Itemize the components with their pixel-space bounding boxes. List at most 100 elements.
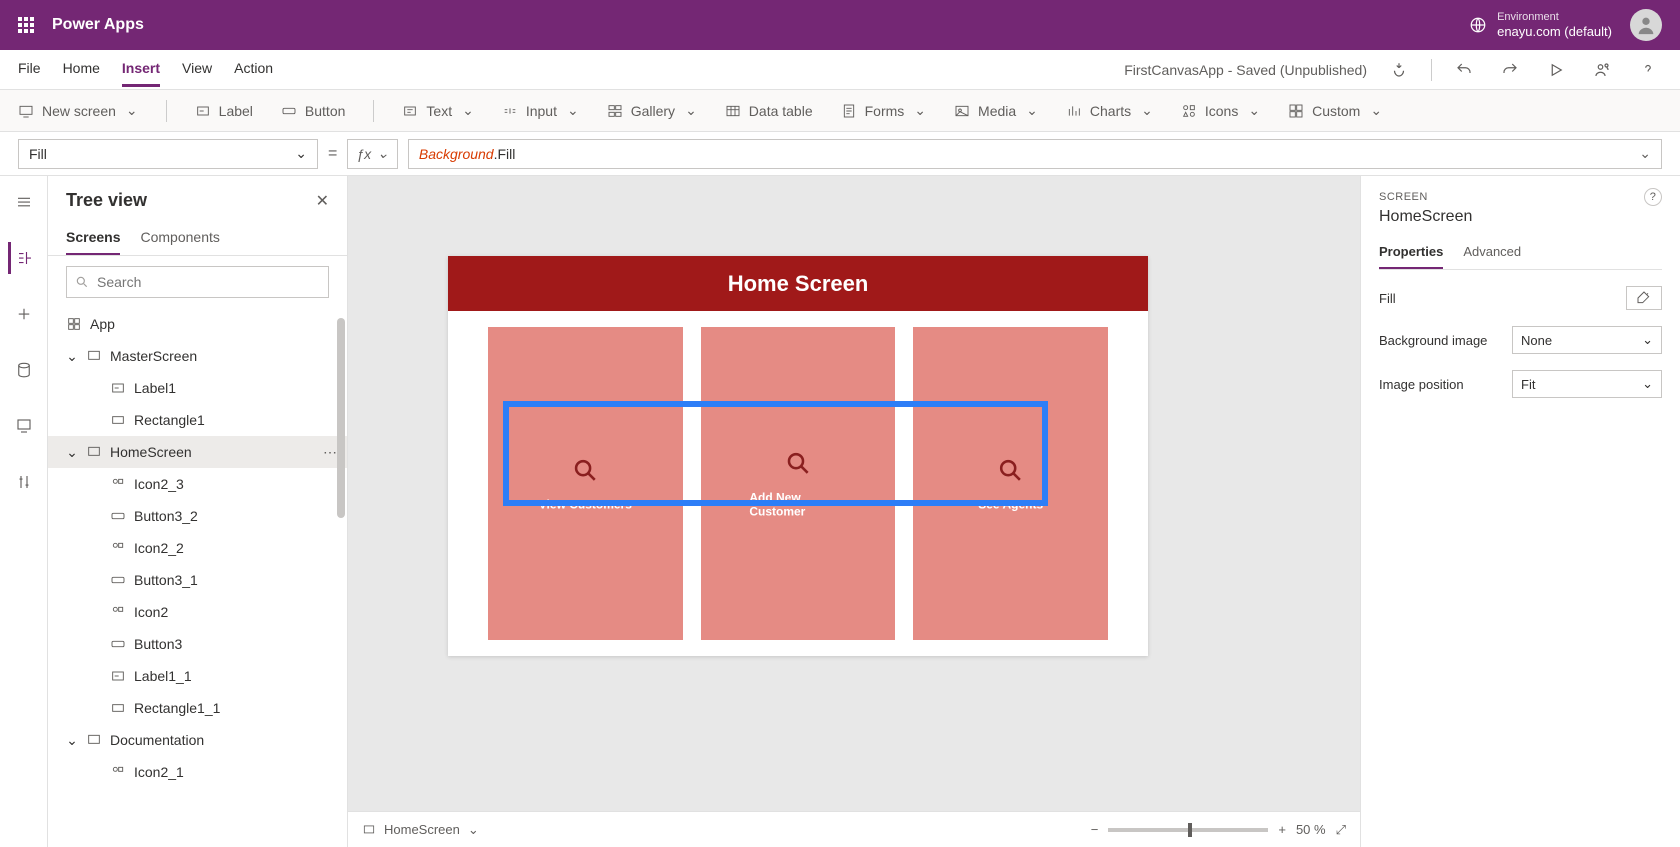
help-icon[interactable]: ?	[1644, 188, 1662, 206]
environment-icon	[1469, 16, 1487, 34]
tree-node-icon2[interactable]: Icon2	[48, 596, 347, 628]
share-icon[interactable]	[1588, 56, 1616, 84]
tree-node-button3[interactable]: Button3	[48, 628, 347, 660]
tab-properties[interactable]: Properties	[1379, 236, 1443, 269]
rail-insert[interactable]	[8, 298, 40, 330]
cmd-input[interactable]: Input⌄	[502, 102, 579, 119]
tree-search-input[interactable]	[97, 274, 320, 290]
canvas-area[interactable]: Home Screen View Customers Add New Custo…	[348, 176, 1360, 847]
chevron-down-icon: ⌄	[1642, 332, 1653, 348]
rail-advanced-tools[interactable]	[8, 466, 40, 498]
menu-home[interactable]: Home	[63, 52, 100, 87]
cmd-data-table[interactable]: Data table	[725, 103, 813, 119]
rail-hamburger[interactable]	[8, 186, 40, 218]
menu-view[interactable]: View	[182, 52, 212, 87]
menu-file[interactable]: File	[18, 52, 41, 87]
button-icon	[110, 636, 126, 652]
canvas-frame[interactable]: Home Screen View Customers Add New Custo…	[448, 256, 1148, 656]
user-avatar[interactable]	[1630, 9, 1662, 41]
image-position-select[interactable]: Fit ⌄	[1512, 370, 1662, 398]
input-icon	[502, 103, 518, 119]
tree-node-icon2-2[interactable]: Icon2_2	[48, 532, 347, 564]
command-bar: New screen ⌄ Label Button Text⌄ Input⌄ G…	[0, 90, 1680, 132]
fit-to-screen-icon[interactable]: ⤢	[1336, 822, 1346, 838]
cmd-button[interactable]: Button	[281, 103, 345, 119]
tree-node-rectangle1-1[interactable]: Rectangle1_1	[48, 692, 347, 724]
scrollbar[interactable]	[335, 308, 347, 847]
fx-icon: ƒx	[356, 146, 371, 162]
tree-node-rectangle1[interactable]: Rectangle1	[48, 404, 347, 436]
forms-icon	[841, 103, 857, 119]
search-icon	[75, 275, 89, 289]
zoom-in[interactable]: +	[1278, 822, 1286, 837]
menu-bar: File Home Insert View Action FirstCanvas…	[0, 50, 1680, 90]
tree-body: App ⌄ MasterScreen Label1 Rectangle1 ⌄ H…	[48, 308, 347, 847]
cmd-custom-label: Custom	[1312, 103, 1360, 119]
cmd-text[interactable]: Text⌄	[402, 102, 473, 119]
cmd-custom[interactable]: Custom⌄	[1288, 102, 1382, 119]
cmd-data-table-label: Data table	[749, 103, 813, 119]
card-see-agents[interactable]: See Agents	[913, 327, 1108, 640]
tab-screens[interactable]: Screens	[66, 221, 120, 255]
top-header-right: Environment enayu.com (default)	[1469, 9, 1662, 41]
zoom-out[interactable]: −	[1091, 822, 1099, 837]
menu-insert[interactable]: Insert	[122, 52, 160, 87]
fx-button[interactable]: ƒx ⌄	[347, 139, 398, 169]
tree-node-masterscreen[interactable]: ⌄ MasterScreen	[48, 340, 347, 372]
tree-node-button3-2[interactable]: Button3_2	[48, 500, 347, 532]
tree-node-app[interactable]: App	[48, 308, 347, 340]
tree-node-label: Icon2	[134, 604, 168, 620]
tree-node-label: Label1	[134, 380, 176, 396]
cmd-label[interactable]: Label	[195, 103, 253, 119]
tree-node-label: Rectangle1	[134, 412, 205, 428]
help-icon[interactable]	[1634, 56, 1662, 84]
cmd-charts[interactable]: Charts⌄	[1066, 102, 1153, 119]
cmd-icons[interactable]: Icons⌄	[1181, 102, 1260, 119]
tree-node-label: Icon2_2	[134, 540, 184, 556]
formula-token-object: Background	[419, 146, 494, 162]
zoom-slider[interactable]	[1108, 828, 1268, 832]
tree-node-label1-1[interactable]: Label1_1	[48, 660, 347, 692]
tree-search[interactable]	[66, 266, 329, 298]
fill-color-picker[interactable]	[1626, 286, 1662, 310]
tab-advanced[interactable]: Advanced	[1463, 236, 1521, 269]
card-add-new-customer[interactable]: Add New Customer	[701, 327, 896, 640]
rectangle-icon	[110, 412, 126, 428]
zoom-thumb[interactable]	[1188, 823, 1192, 837]
property-selector[interactable]: Fill ⌄	[18, 139, 318, 169]
card-view-customers[interactable]: View Customers	[488, 327, 683, 640]
tree-node-homescreen[interactable]: ⌄ HomeScreen ⋯	[48, 436, 347, 468]
play-icon[interactable]	[1542, 56, 1570, 84]
redo-icon[interactable]	[1496, 56, 1524, 84]
cmd-gallery[interactable]: Gallery⌄	[607, 102, 697, 119]
undo-icon[interactable]	[1450, 56, 1478, 84]
top-header: Power Apps Environment enayu.com (defaul…	[0, 0, 1680, 50]
chevron-down-icon: ⌄	[66, 444, 78, 461]
tree-node-icon2-1[interactable]: Icon2_1	[48, 756, 347, 788]
tree-node-icon2-3[interactable]: Icon2_3	[48, 468, 347, 500]
prop-bgimage-label: Background image	[1379, 333, 1487, 348]
app-launcher-icon[interactable]	[18, 17, 34, 33]
bg-image-select[interactable]: None ⌄	[1512, 326, 1662, 354]
tree-node-label1[interactable]: Label1	[48, 372, 347, 404]
person-icon	[1635, 14, 1657, 36]
formula-input[interactable]: Background.Fill ⌄	[408, 139, 1662, 169]
tree-node-label: Icon2_1	[134, 764, 184, 780]
screen-icon	[362, 823, 376, 837]
canvas-breadcrumb[interactable]: HomeScreen	[384, 822, 460, 837]
tab-components[interactable]: Components	[140, 221, 219, 255]
tree-node-button3-1[interactable]: Button3_1	[48, 564, 347, 596]
chevron-down-icon[interactable]: ⌄	[468, 822, 479, 838]
rail-data[interactable]	[8, 354, 40, 386]
rail-tree-view[interactable]	[8, 242, 40, 274]
cmd-media[interactable]: Media⌄	[954, 102, 1038, 119]
rail-media[interactable]	[8, 410, 40, 442]
environment-picker[interactable]: Environment enayu.com (default)	[1469, 11, 1612, 40]
menu-action[interactable]: Action	[234, 52, 273, 87]
app-checker-icon[interactable]	[1385, 56, 1413, 84]
tree-node-documentation[interactable]: ⌄ Documentation	[48, 724, 347, 756]
scrollbar-thumb[interactable]	[337, 318, 345, 518]
cmd-forms[interactable]: Forms⌄	[841, 102, 926, 119]
cmd-new-screen[interactable]: New screen ⌄	[18, 102, 138, 119]
close-icon[interactable]: ✕	[316, 191, 329, 211]
